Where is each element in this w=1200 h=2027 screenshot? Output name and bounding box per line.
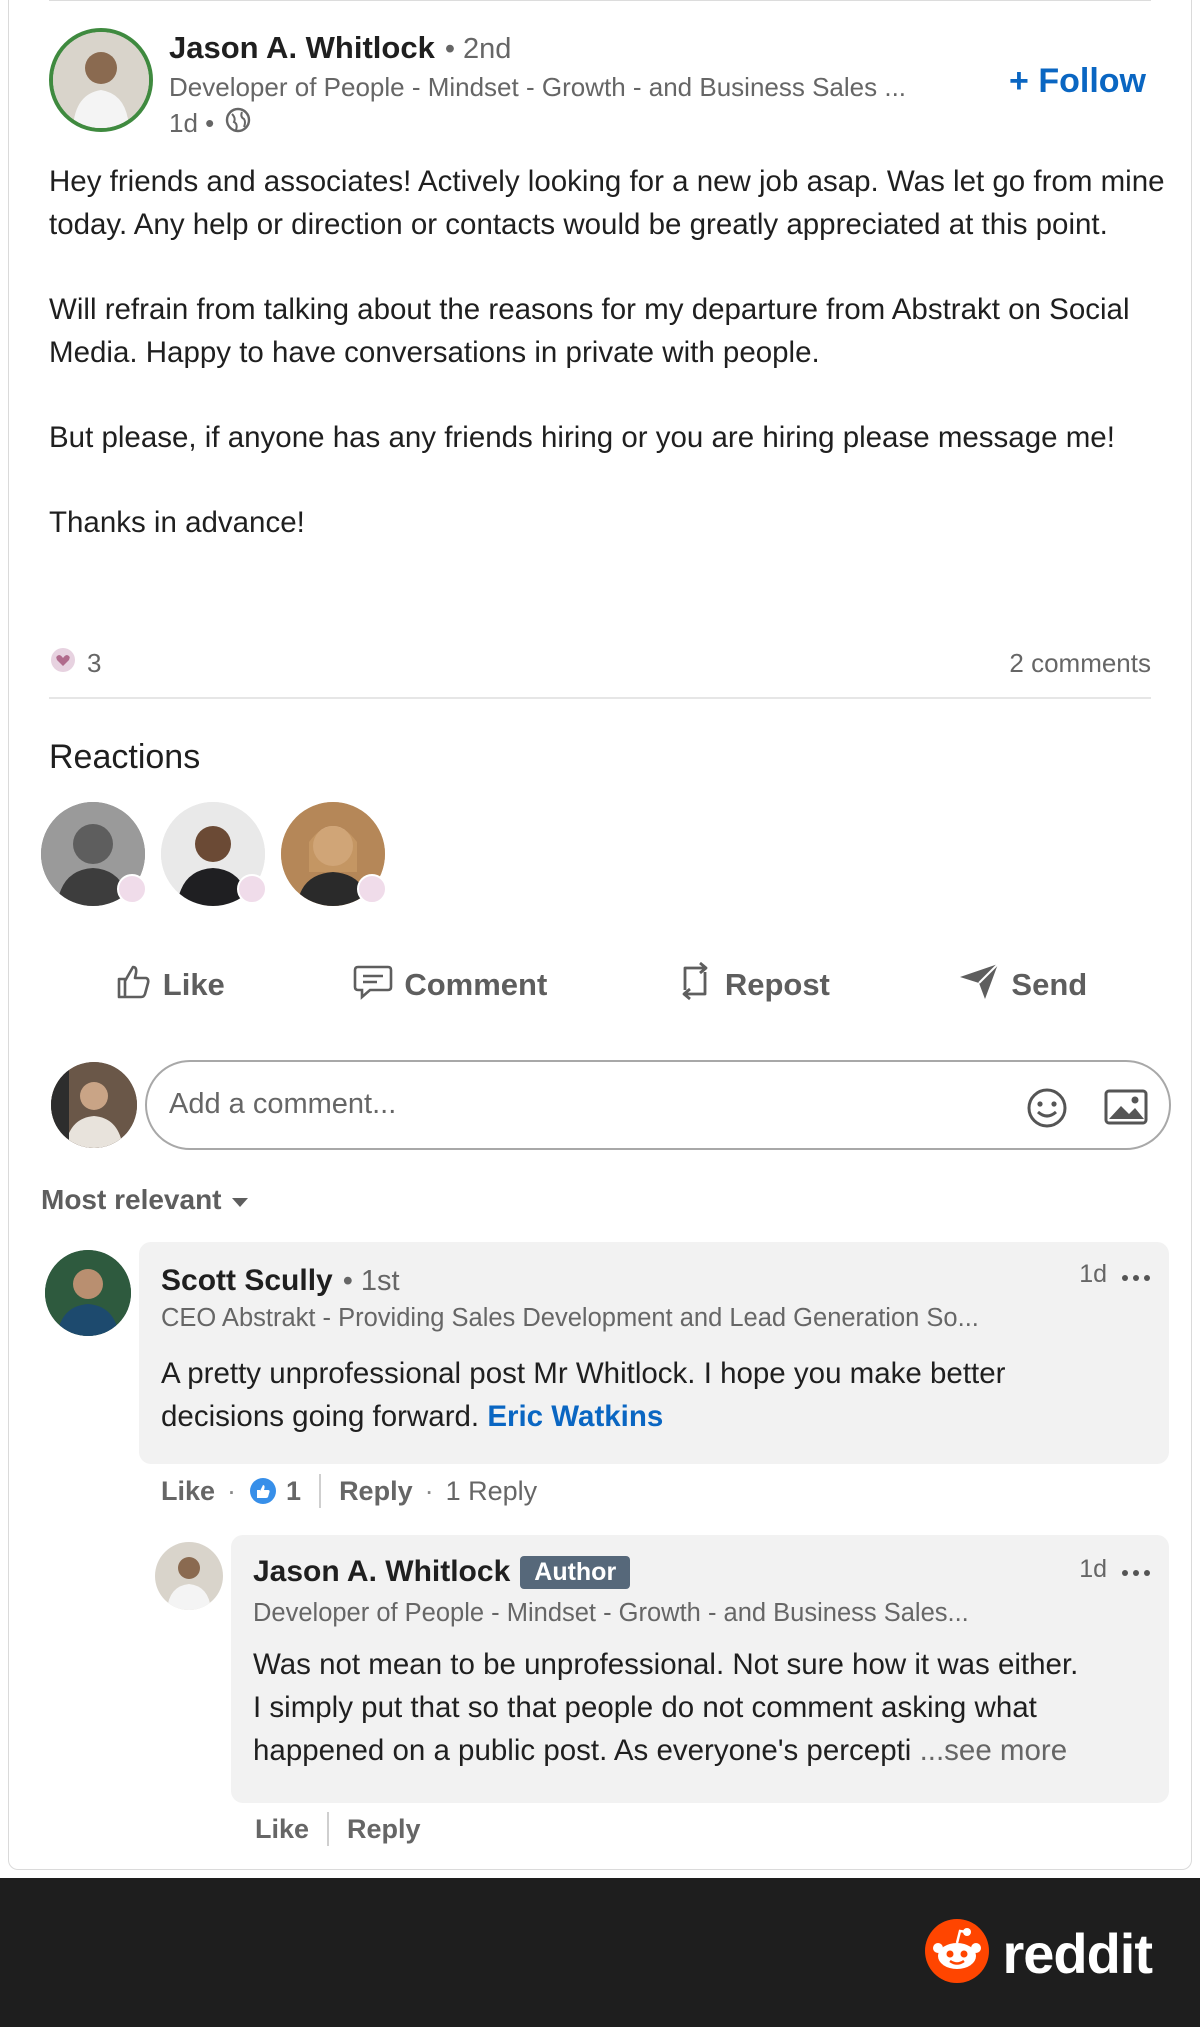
replies-count-link[interactable]: 1 Reply (446, 1476, 538, 1507)
post-actions: Like Comment Repost Send (49, 955, 1151, 1015)
like-reaction-icon (248, 1476, 278, 1506)
comment-time-menu: 1d (1079, 1260, 1151, 1289)
repost-icon (675, 960, 715, 1010)
comment-author-headline: CEO Abstrakt - Providing Sales Developme… (161, 1304, 979, 1332)
image-icon[interactable] (1103, 1086, 1149, 1133)
commenter-avatar[interactable] (45, 1250, 131, 1336)
sort-label: Most relevant (41, 1184, 222, 1215)
reactor-avatar[interactable] (41, 802, 147, 906)
follow-button[interactable]: + Follow (1009, 62, 1146, 101)
reply-author-avatar[interactable] (155, 1542, 223, 1610)
love-reaction-icon (237, 874, 267, 904)
mention-link[interactable]: Eric Watkins (487, 1400, 663, 1433)
reply-text-line: happened on a public post. As everyone's… (253, 1729, 1153, 1772)
author-name-line: Jason A. Whitlock • 2nd (169, 30, 511, 66)
more-options-icon[interactable] (1121, 1555, 1151, 1584)
author-avatar[interactable] (49, 28, 153, 132)
post-paragraph: But please, if anyone has any friends hi… (49, 421, 1115, 454)
comment-text: A pretty unprofessional post Mr Whitlock… (161, 1352, 1121, 1438)
more-options-icon[interactable] (1121, 1260, 1151, 1289)
comment-button[interactable]: Comment (352, 961, 547, 1009)
comment-author-line: Scott Scully • 1st (161, 1264, 400, 1298)
author-name[interactable]: Jason A. Whitlock (169, 30, 435, 66)
reactor-avatar[interactable] (281, 802, 387, 906)
send-button[interactable]: Send (957, 961, 1087, 1009)
reply-text: Was not mean to be unprofessional. Not s… (253, 1643, 1153, 1772)
comment-icon (352, 961, 394, 1009)
comment-time: 1d (1079, 1260, 1107, 1288)
separator (319, 1474, 322, 1508)
reddit-snoo-icon (924, 1918, 990, 1989)
post-paragraph: Hey friends and associates! Actively loo… (49, 165, 1165, 241)
see-more-link[interactable]: ...see more (920, 1734, 1068, 1767)
love-reaction-icon (49, 646, 77, 681)
reactor-avatar[interactable] (161, 802, 267, 906)
like-button[interactable]: Like (113, 961, 225, 1009)
post-card: Jason A. Whitlock • 2nd Developer of Peo… (8, 0, 1192, 1870)
separator (327, 1812, 330, 1846)
like-label: Like (162, 967, 225, 1002)
send-label: Send (1011, 967, 1088, 1002)
reply-author-name[interactable]: Jason A. Whitlock (253, 1555, 510, 1589)
post-paragraph: Thanks in advance! (49, 506, 305, 539)
comment-input[interactable] (169, 1082, 969, 1126)
reddit-wordmark: reddit (1002, 1922, 1153, 1985)
reply-text-line: Was not mean to be unprofessional. Not s… (253, 1648, 1079, 1681)
reply-like-button[interactable]: Like (255, 1814, 309, 1845)
thumbs-up-icon (113, 961, 153, 1009)
comment-author-name[interactable]: Scott Scully (161, 1264, 333, 1298)
comment-reply-button[interactable]: Reply (339, 1476, 413, 1507)
reply-text-truncated: happened on a public post. As everyone's… (253, 1734, 912, 1767)
top-divider (49, 0, 1151, 1)
reddit-logo: reddit (924, 1918, 1153, 1989)
comment-actions: Like · 1 Reply · 1 Reply (161, 1474, 537, 1508)
comment-box (145, 1060, 1171, 1150)
post-meta: 1d • (169, 106, 252, 141)
comment-count[interactable]: 2 comments (1009, 648, 1151, 679)
follow-label: + Follow (1009, 62, 1146, 100)
current-user-avatar[interactable] (51, 1062, 137, 1148)
social-counts: 3 2 comments (49, 643, 1151, 683)
repost-button[interactable]: Repost (675, 960, 830, 1010)
reply-text-line: I simply put that so that people do not … (253, 1691, 1037, 1724)
repost-label: Repost (724, 967, 830, 1002)
reply-actions: Like Reply (255, 1812, 421, 1846)
separator-dot: · (424, 1475, 434, 1506)
comment-label: Comment (404, 967, 548, 1002)
comment-like-count: 1 (286, 1475, 302, 1506)
post-paragraph: Will refrain from talking about the reas… (49, 293, 1130, 369)
reaction-count-value: 3 (87, 647, 102, 678)
comment-like-button[interactable]: Like (161, 1476, 215, 1507)
send-icon (957, 961, 1001, 1009)
emoji-icon[interactable] (1025, 1086, 1069, 1135)
connection-degree: • 2nd (444, 33, 512, 65)
separator-dot: · (227, 1475, 237, 1506)
reaction-count[interactable]: 3 (49, 646, 101, 681)
reactions-title: Reactions (49, 738, 201, 776)
reply-time-menu: 1d (1079, 1555, 1151, 1584)
reddit-footer: reddit (0, 1878, 1200, 2027)
post-time: 1d • (169, 108, 215, 138)
love-reaction-icon (357, 874, 387, 904)
reply-author-headline: Developer of People - Mindset - Growth -… (253, 1599, 969, 1627)
globe-icon (224, 106, 252, 141)
post-body: Hey friends and associates! Actively loo… (49, 160, 1169, 586)
reply-reply-button[interactable]: Reply (347, 1814, 421, 1845)
author-badge: Author (520, 1555, 631, 1589)
reply-author-line: Jason A. Whitlock Author (253, 1555, 631, 1589)
comment-bubble: Scott Scully • 1st CEO Abstrakt - Provid… (139, 1242, 1169, 1464)
love-reaction-icon (117, 874, 147, 904)
caret-down-icon (230, 1184, 250, 1216)
connection-degree: • 1st (342, 1264, 400, 1297)
author-headline: Developer of People - Mindset - Growth -… (169, 72, 907, 102)
sort-dropdown[interactable]: Most relevant (41, 1184, 250, 1216)
reply-bubble: Jason A. Whitlock Author Developer of Pe… (231, 1535, 1169, 1803)
reply-time: 1d (1079, 1555, 1107, 1583)
divider (49, 697, 1151, 699)
